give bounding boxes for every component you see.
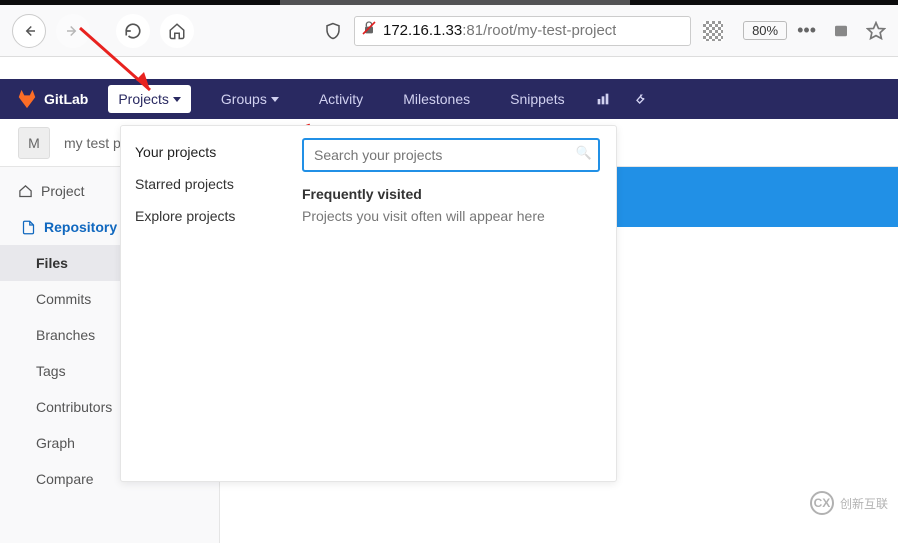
url-bar[interactable]: 172.16.1.33:81/root/my-test-project: [354, 16, 691, 46]
chart-icon[interactable]: [595, 91, 611, 107]
gitlab-brand[interactable]: GitLab: [16, 88, 88, 110]
sidebar-item-label: Graph: [36, 435, 75, 451]
frequently-visited-heading: Frequently visited: [302, 186, 600, 202]
nav-groups-label: Groups: [221, 91, 267, 107]
nav-milestones[interactable]: Milestones: [393, 85, 480, 113]
browser-toolbar: 172.16.1.33:81/root/my-test-project 80% …: [0, 5, 898, 57]
forward-button[interactable]: [56, 14, 90, 48]
shield-icon: [324, 22, 342, 40]
sidebar-item-label: Compare: [36, 471, 94, 487]
nav-snippets[interactable]: Snippets: [500, 85, 574, 113]
insecure-icon: [361, 20, 377, 41]
sidebar-item-label: Project: [41, 183, 85, 199]
dropdown-left-panel: Your projects Starred projects Explore p…: [121, 126, 286, 481]
nav-groups[interactable]: Groups: [211, 85, 289, 113]
sidebar-item-label: Tags: [36, 363, 66, 379]
arrow-right-icon: [64, 22, 82, 40]
sidebar-item-label: Repository: [44, 219, 117, 235]
dropdown-right-panel: Frequently visited Projects you visit of…: [286, 126, 616, 481]
nav-activity[interactable]: Activity: [309, 85, 373, 113]
url-text: 172.16.1.33:81/root/my-test-project: [383, 22, 616, 39]
sidebar-item-label: Branches: [36, 327, 95, 343]
arrow-left-icon: [20, 22, 38, 40]
gitlab-logo-icon: [16, 88, 38, 110]
nav-projects[interactable]: Projects: [108, 85, 191, 113]
bookmark-star-icon[interactable]: [866, 21, 886, 41]
wrench-icon[interactable]: [631, 91, 647, 107]
qr-icon[interactable]: [703, 21, 723, 41]
home-icon: [168, 22, 186, 40]
gitlab-topnav: GitLab Projects Groups Activity Mileston…: [0, 79, 898, 119]
sidebar-item-label: Contributors: [36, 399, 112, 415]
watermark-text: 创新互联: [840, 495, 888, 512]
project-avatar[interactable]: M: [18, 127, 50, 159]
breadcrumb-project[interactable]: my test p: [64, 135, 121, 151]
home-button[interactable]: [160, 14, 194, 48]
chevron-down-icon: [271, 97, 279, 102]
back-button[interactable]: [12, 14, 46, 48]
watermark: CX 创新互联: [810, 491, 888, 515]
projects-search-input[interactable]: [302, 138, 600, 172]
sidebar-item-label: Commits: [36, 291, 91, 307]
projects-dropdown: Your projects Starred projects Explore p…: [120, 125, 617, 482]
dropdown-item-starred-projects[interactable]: Starred projects: [121, 168, 285, 200]
page-actions-icon[interactable]: •••: [797, 20, 816, 41]
zoom-badge[interactable]: 80%: [743, 21, 787, 40]
reload-button[interactable]: [116, 14, 150, 48]
home-icon: [18, 184, 33, 199]
sidebar-item-label: Files: [36, 255, 68, 271]
doc-icon: [21, 220, 36, 235]
frequently-visited-empty: Projects you visit often will appear her…: [302, 208, 600, 224]
nav-projects-label: Projects: [118, 91, 169, 107]
dropdown-item-explore-projects[interactable]: Explore projects: [121, 200, 285, 232]
chrome-content-gap: [0, 57, 898, 79]
reload-icon: [124, 22, 142, 40]
dropdown-item-your-projects[interactable]: Your projects: [121, 136, 285, 168]
brand-text: GitLab: [44, 91, 88, 107]
watermark-logo-icon: CX: [810, 491, 834, 515]
reader-icon[interactable]: [832, 22, 850, 40]
chevron-down-icon: [173, 97, 181, 102]
